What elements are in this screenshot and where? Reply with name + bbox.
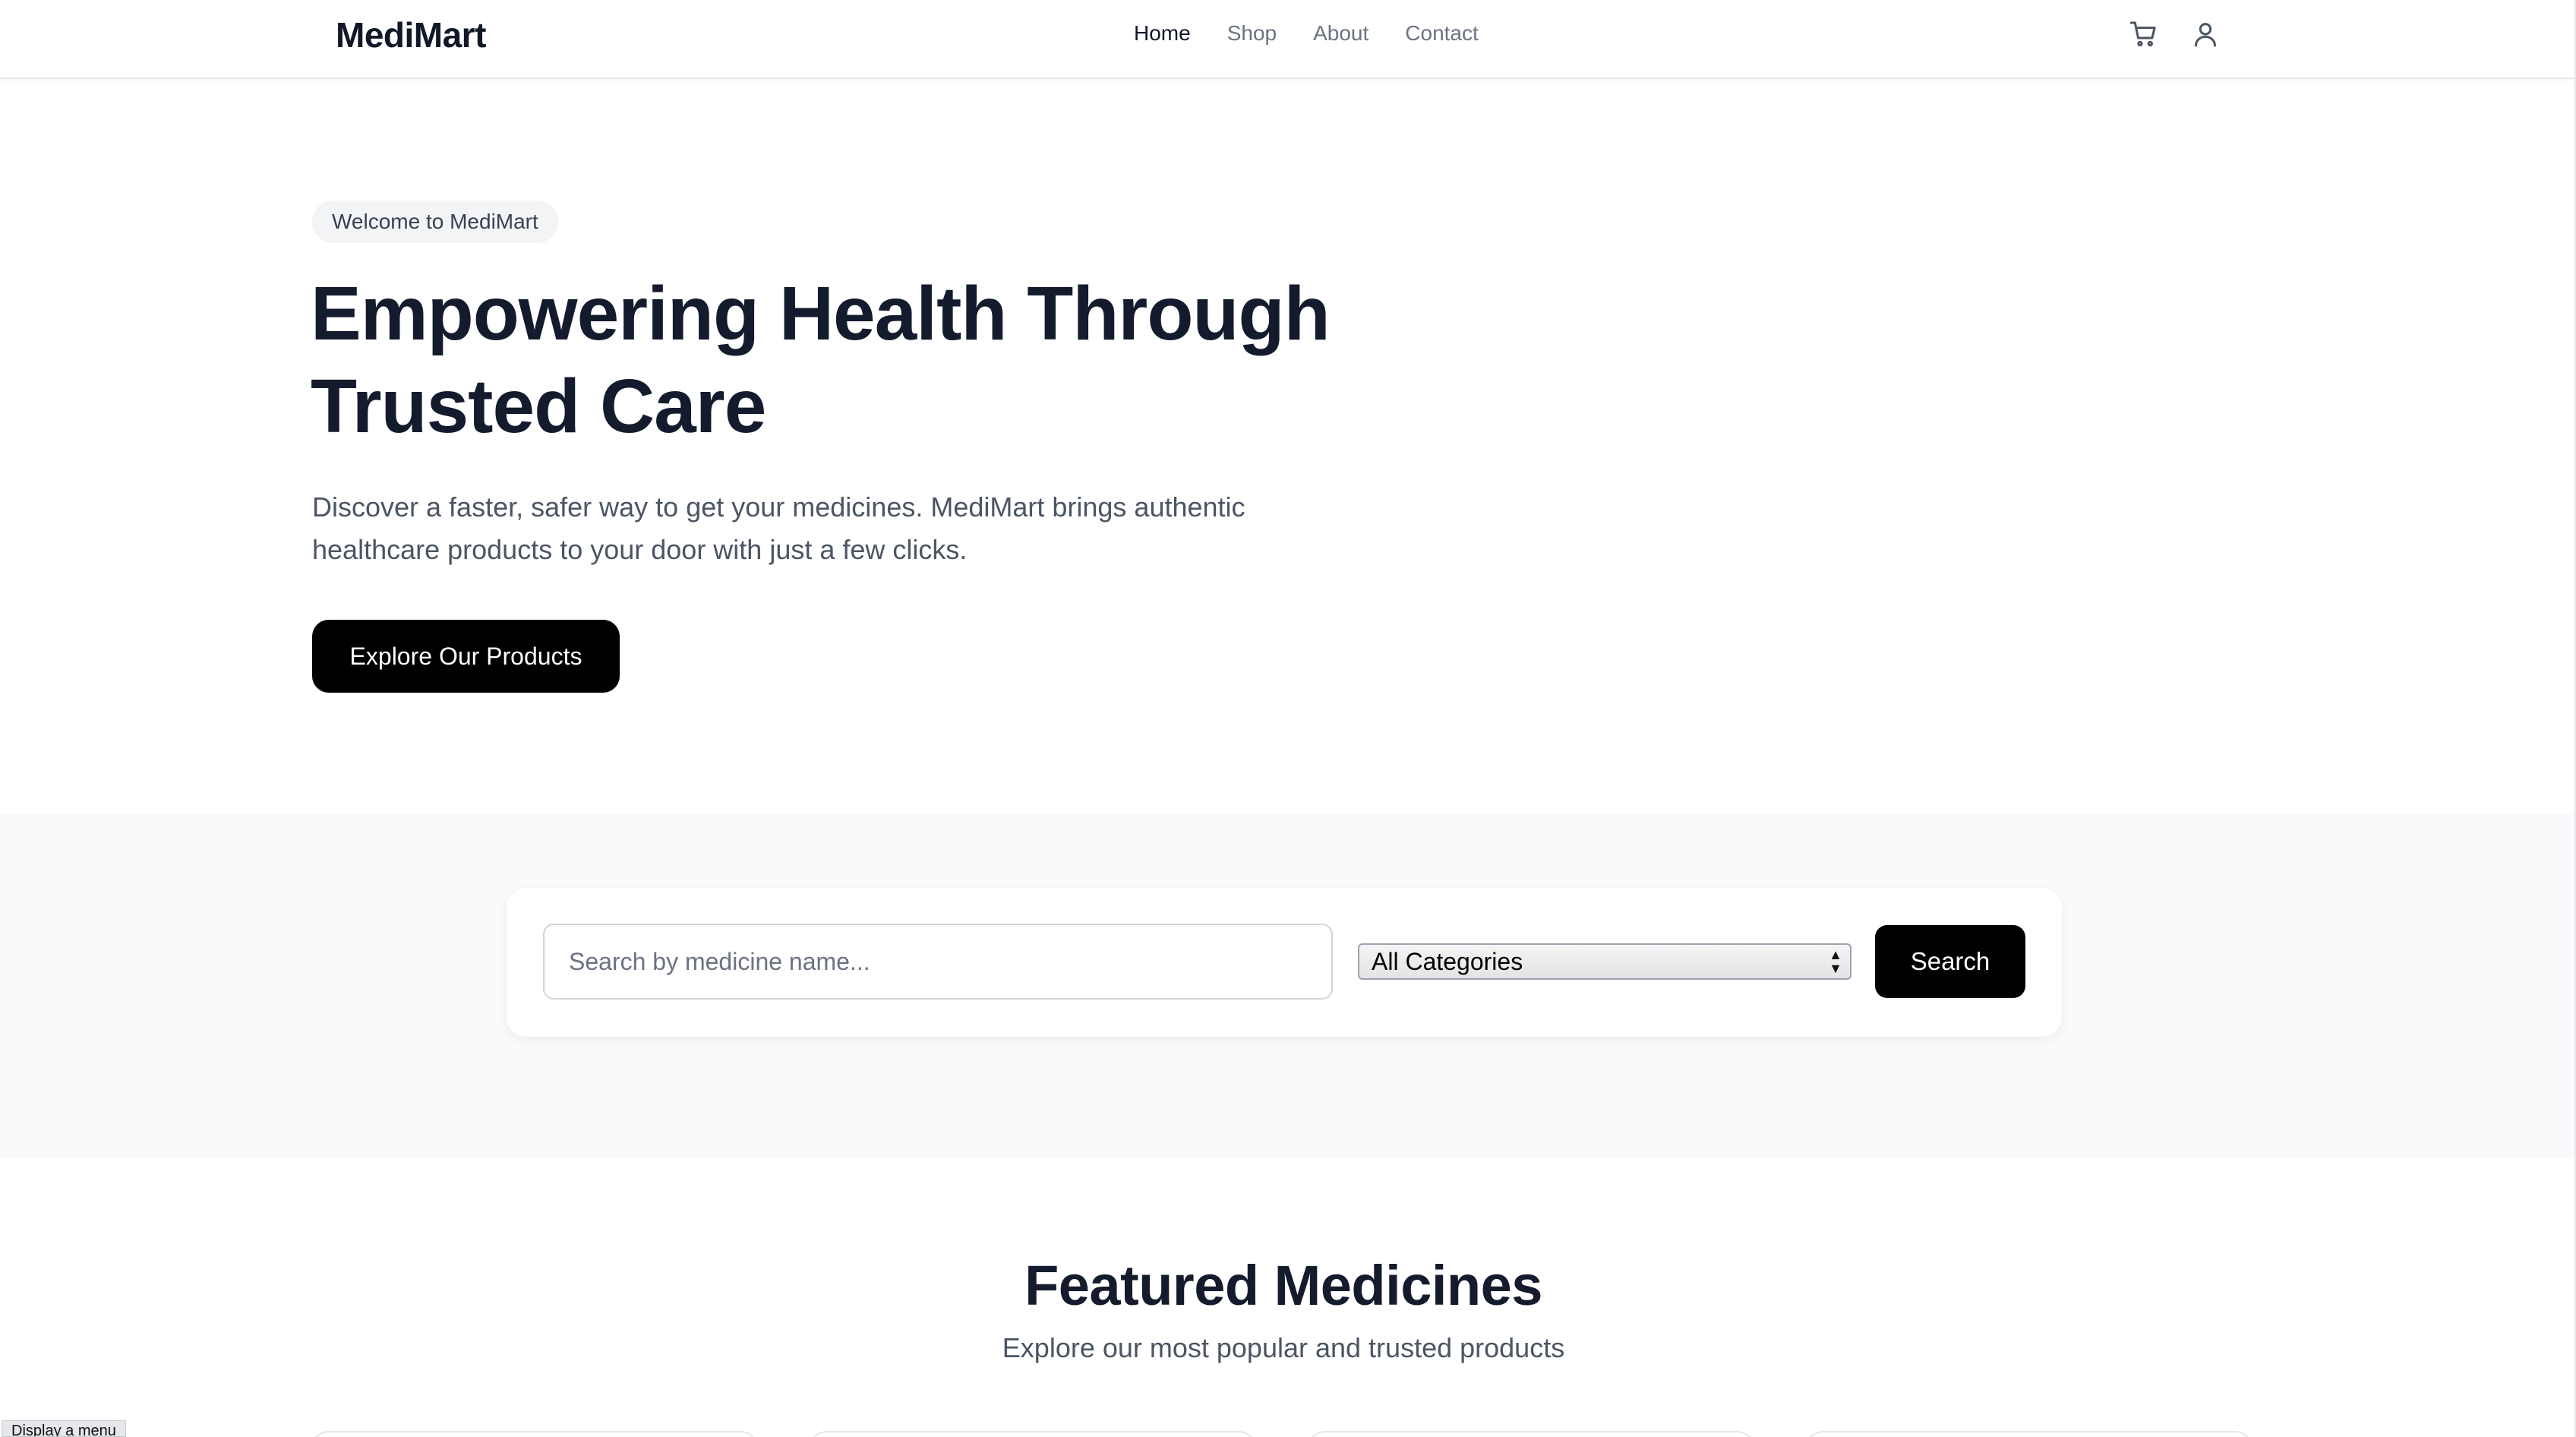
nav-shop[interactable]: Shop <box>1227 20 1277 47</box>
featured-subtitle: Explore our most popular and trusted pro… <box>1002 1332 1565 1363</box>
search-input[interactable]: Search by medicine name... <box>543 924 1333 1000</box>
product-card[interactable] <box>1307 1431 1755 1437</box>
menu-tooltip: Display a menu <box>2 1420 126 1437</box>
category-select[interactable]: All Categories ▲ ▼ <box>1358 943 1852 980</box>
nav-about[interactable]: About <box>1313 20 1368 47</box>
hero-title-line-1: Empowering Health Through <box>311 271 1331 356</box>
hero-description: Discover a faster, safer way to get your… <box>312 491 1245 565</box>
search-button[interactable]: Search <box>1875 925 2025 998</box>
category-select-value: All Categories <box>1372 948 1523 975</box>
product-card[interactable] <box>1805 1431 2253 1437</box>
hero-title: Empowering Health Through Trusted Care <box>311 267 1359 453</box>
main-nav: Home Shop About Contact <box>1134 20 1479 47</box>
cart-icon[interactable] <box>2126 17 2161 52</box>
nav-contact[interactable]: Contact <box>1405 20 1479 47</box>
product-card[interactable] <box>311 1431 759 1437</box>
featured-title: Featured Medicines <box>1024 1254 1542 1317</box>
product-card[interactable] <box>809 1431 1257 1437</box>
welcome-badge: Welcome to MediMart <box>312 201 558 243</box>
select-arrows-icon: ▲ ▼ <box>1829 947 1842 976</box>
hero-title-line-2: Trusted Care <box>311 364 766 449</box>
site-header: MediMart Home Shop About Contact <box>0 0 2574 79</box>
nav-home[interactable]: Home <box>1134 20 1191 47</box>
user-icon[interactable] <box>2188 17 2223 52</box>
explore-products-button[interactable]: Explore Our Products <box>312 620 620 693</box>
logo[interactable]: MediMart <box>336 11 486 59</box>
